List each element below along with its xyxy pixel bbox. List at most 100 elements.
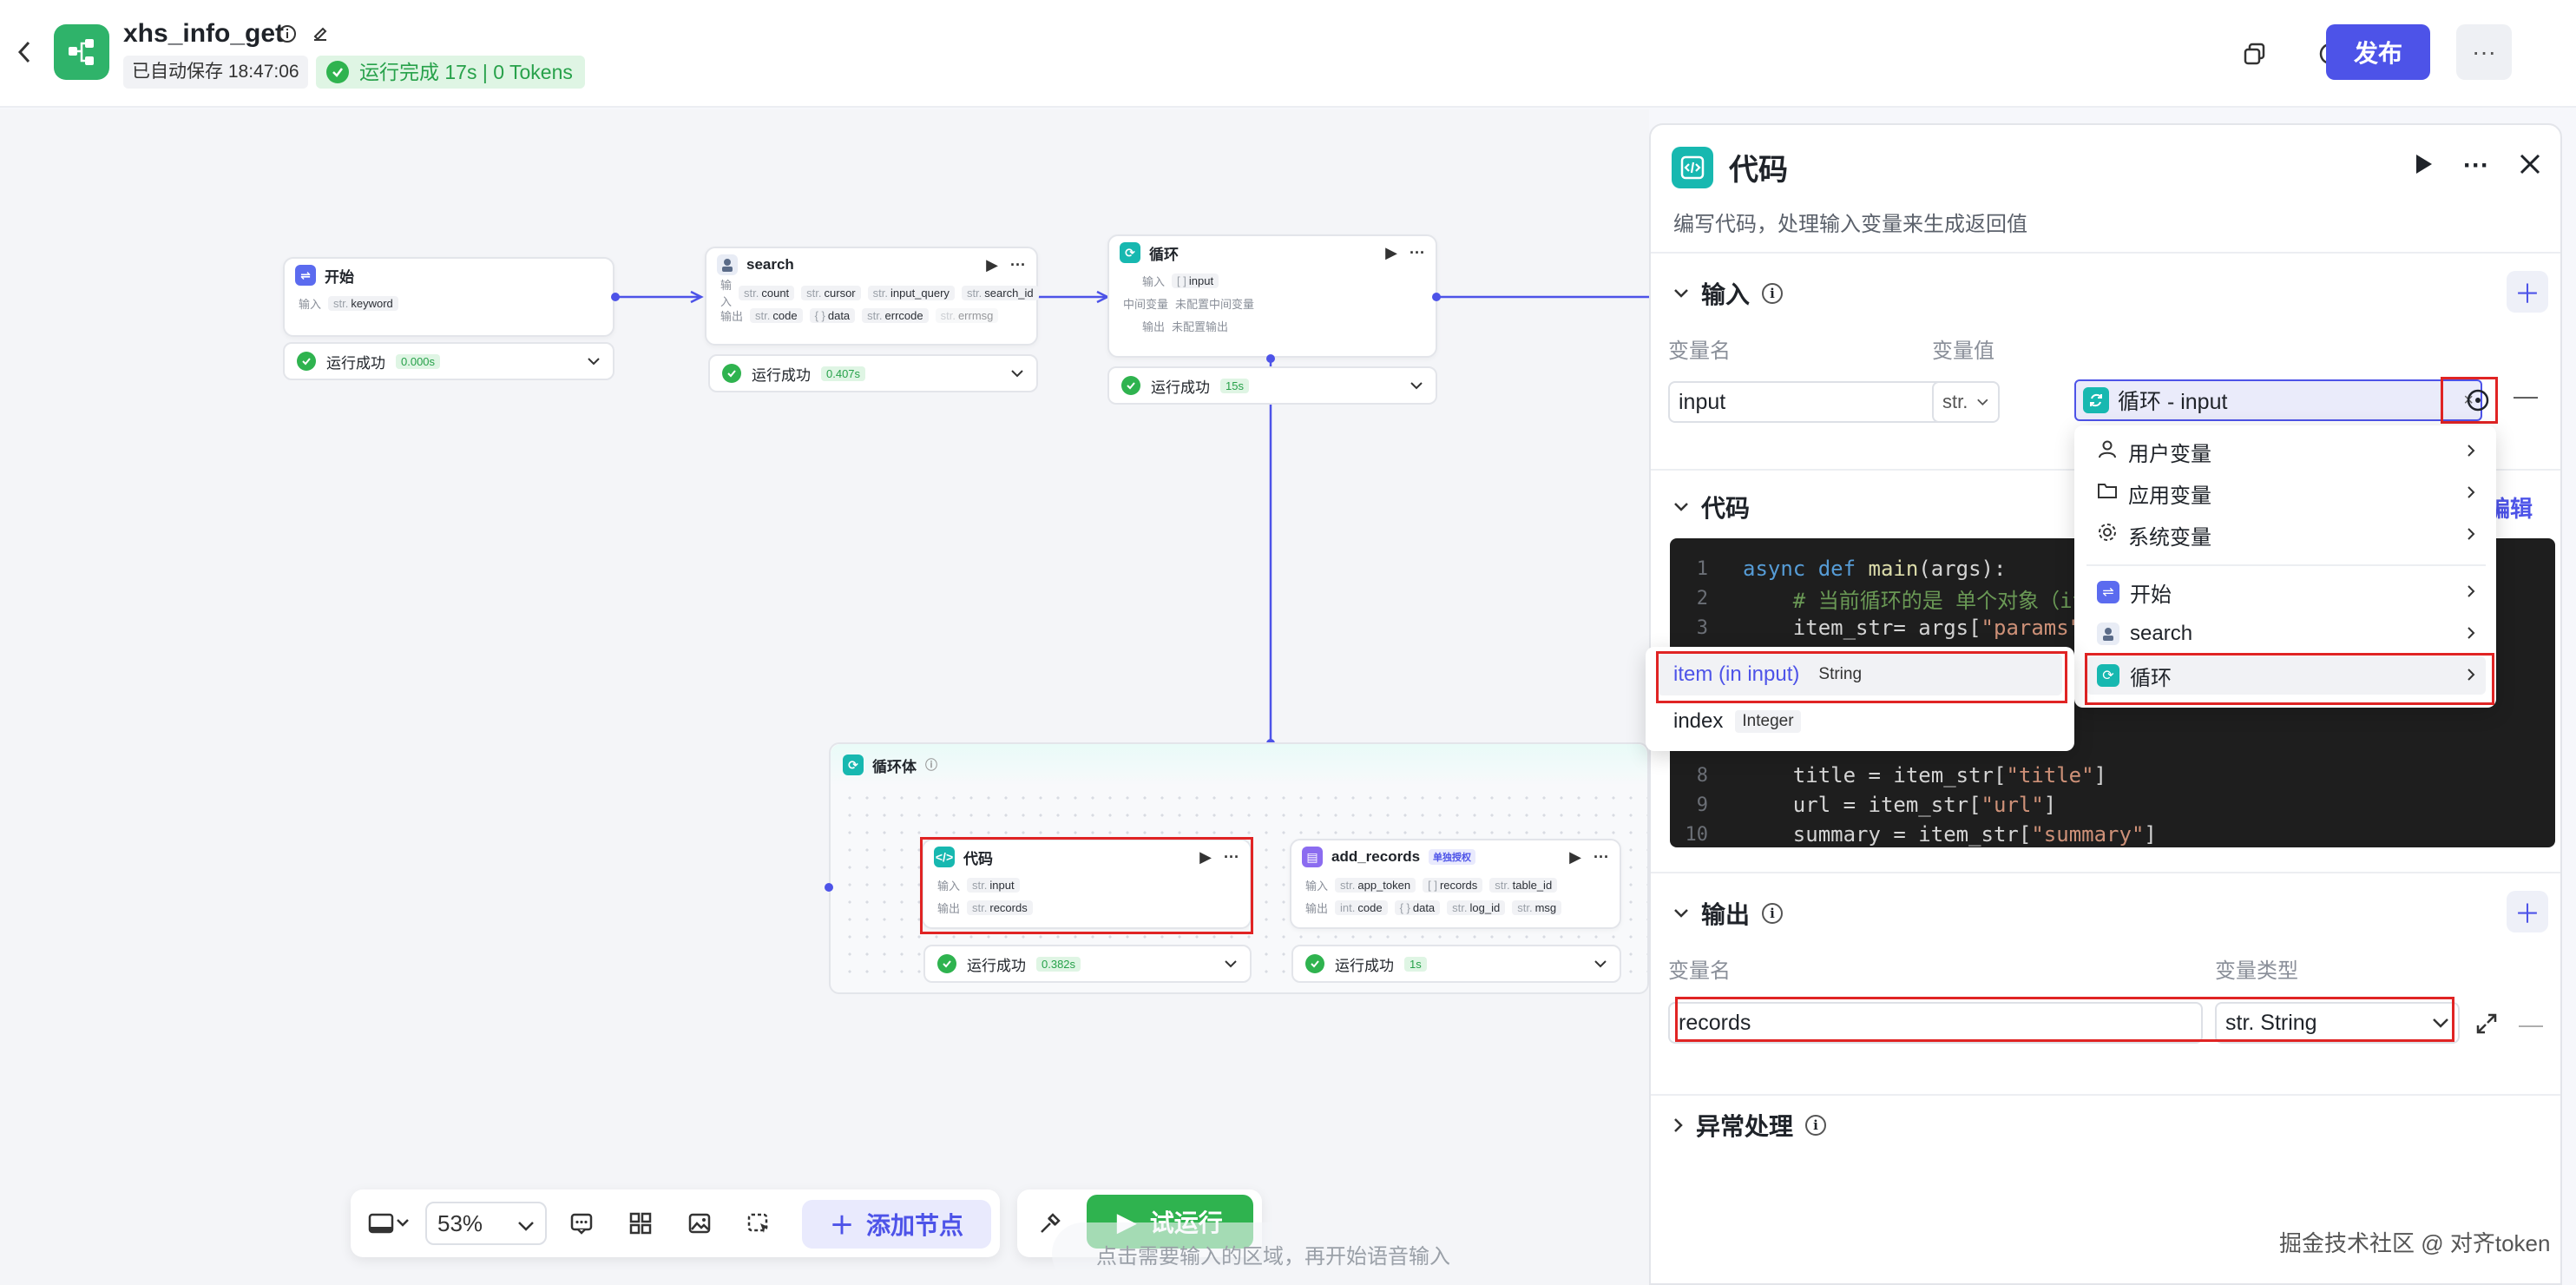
panel-more-icon[interactable]: ··· bbox=[2463, 151, 2489, 181]
node-search[interactable]: search ▶ ··· 输入 str. count str. cursor str.… bbox=[705, 247, 1039, 346]
connection-port[interactable] bbox=[1266, 354, 1275, 363]
node-add-records[interactable]: ▤ add_records 单独授权 ▶ ··· 输入 str. app_token … bbox=[1290, 839, 1621, 929]
code-token: # 当前循环的是 单个对象（it bbox=[1743, 588, 2086, 613]
code-line[interactable]: 10 summary = item_str["summary"] bbox=[1670, 820, 2157, 847]
code-token: "params" bbox=[1981, 616, 2082, 640]
input-type-select[interactable]: str. bbox=[1932, 381, 2000, 423]
chevron-down-icon[interactable] bbox=[1224, 955, 1238, 972]
variable-dropdown: 用户变量 应用变量 系统变量 ⇌ 开始 search ⟳ 循环 bbox=[2074, 425, 2496, 708]
dd-item-label: 应用变量 bbox=[2128, 484, 2211, 508]
connection-port[interactable] bbox=[1432, 293, 1441, 301]
code-line[interactable]: 3 item_str= args["params" bbox=[1670, 613, 2081, 642]
connection-port[interactable] bbox=[611, 293, 620, 301]
code-section-header[interactable]: 代码 bbox=[1673, 490, 1750, 524]
add-node-button[interactable]: ＋ 添加节点 bbox=[802, 1200, 991, 1249]
node-loop[interactable]: ⟳ 循环 ▶ ··· 输入[ ] input 中间变量 未配置中间变量 输出 未配置输出 bbox=[1107, 234, 1437, 358]
watermark: 掘金技术社区 @ 对齐token bbox=[2279, 1230, 2551, 1256]
chevron-down-icon[interactable] bbox=[1410, 377, 1423, 394]
loop-icon bbox=[2083, 387, 2109, 413]
chevron-right-icon bbox=[1674, 1118, 1683, 1132]
node-more-icon[interactable]: ··· bbox=[1410, 244, 1425, 262]
node-title: 循环 bbox=[1149, 246, 1179, 263]
node-start[interactable]: ⇌ 开始 输入 str. keyword bbox=[283, 257, 614, 337]
code-line[interactable]: 2 # 当前循环的是 单个对象（it bbox=[1670, 583, 2085, 613]
info-icon[interactable]: i bbox=[1762, 283, 1784, 304]
run-node-icon[interactable]: ▶ bbox=[1385, 244, 1397, 262]
exception-section-title: 异常处理 bbox=[1696, 1113, 1794, 1140]
code-line[interactable]: 8 title = item_str["title"] bbox=[1670, 761, 2106, 790]
node-code[interactable]: </> 代码 ▶ ··· 输入 str. input 输出 str. records bbox=[922, 839, 1252, 929]
input-section-header[interactable]: 输入 i bbox=[1673, 276, 1784, 311]
auto-layout-icon[interactable] bbox=[623, 1206, 658, 1241]
info-icon[interactable]: i bbox=[1762, 903, 1784, 924]
auth-tag[interactable]: 单独授权 bbox=[1429, 849, 1476, 865]
add-records-run-result[interactable]: 运行成功 1s bbox=[1291, 945, 1621, 983]
run-node-icon[interactable]: ▶ bbox=[986, 256, 998, 274]
output-var-name-field[interactable]: records bbox=[1668, 1002, 2203, 1044]
node-more-icon[interactable]: ··· bbox=[1010, 256, 1026, 274]
node-more-icon[interactable]: ··· bbox=[1594, 848, 1609, 867]
chevron-down-icon[interactable] bbox=[1010, 365, 1024, 382]
dd-item-user-vars[interactable]: 用户变量 bbox=[2086, 432, 2486, 471]
code-token: "summary" bbox=[2031, 822, 2145, 847]
start-run-result[interactable]: 运行成功 0.000s bbox=[283, 342, 614, 380]
dd-item-start[interactable]: ⇌ 开始 bbox=[2086, 573, 2486, 611]
loop-body-icon: ⟳ bbox=[843, 755, 864, 775]
dd-item-system-vars[interactable]: 系统变量 bbox=[2086, 516, 2486, 554]
code-run-result[interactable]: 运行成功 0.382s bbox=[923, 945, 1252, 983]
run-time: 0.382s bbox=[1036, 956, 1081, 972]
search-plugin-icon bbox=[717, 254, 738, 275]
chevron-down-icon[interactable] bbox=[587, 353, 601, 370]
input-value-ref-field[interactable]: 循环 - input × bbox=[2074, 379, 2482, 421]
run-node-icon[interactable]: ▶ bbox=[1569, 848, 1581, 867]
type-tag: Integer bbox=[1735, 710, 1801, 733]
variable-picker-icon[interactable] bbox=[2465, 387, 2491, 418]
canvas-toolbar: 53% ＋ 添加节点 bbox=[351, 1189, 1000, 1257]
add-output-button[interactable]: ＋ bbox=[2507, 891, 2548, 932]
code-line[interactable]: 9 url = item_str["url"] bbox=[1670, 790, 2057, 820]
loop-body-title: 循环体 bbox=[872, 758, 917, 775]
add-input-button[interactable]: ＋ bbox=[2507, 271, 2548, 313]
search-plugin-icon bbox=[2097, 623, 2119, 645]
node-more-icon[interactable]: ··· bbox=[1224, 848, 1239, 867]
comment-icon[interactable] bbox=[564, 1206, 599, 1241]
zoom-select[interactable]: 53% bbox=[425, 1202, 547, 1245]
sub-item-item[interactable]: item (in input) String bbox=[1658, 654, 2062, 695]
publish-button[interactable]: 发布 bbox=[2326, 24, 2430, 80]
info-icon[interactable]: i bbox=[1805, 1115, 1827, 1136]
chevron-down-icon bbox=[1674, 503, 1688, 511]
sub-item-label: item (in input) bbox=[1673, 662, 1800, 686]
loop-run-result[interactable]: 运行成功 15s bbox=[1107, 366, 1437, 405]
output-section-header[interactable]: 输出 i bbox=[1673, 896, 1784, 931]
info-icon[interactable]: ⓘ bbox=[925, 756, 937, 774]
code-token: "url" bbox=[1981, 793, 2044, 817]
minimap-toggle-icon[interactable] bbox=[363, 1206, 415, 1241]
remove-input-icon[interactable]: — bbox=[2514, 382, 2538, 410]
chevron-right-icon bbox=[2467, 663, 2475, 688]
run-node-icon[interactable]: ▶ bbox=[1199, 848, 1212, 867]
connection-port[interactable] bbox=[825, 883, 833, 892]
line-number: 10 bbox=[1685, 823, 1709, 846]
remove-output-icon[interactable]: — bbox=[2519, 1011, 2543, 1038]
code-section-title: 代码 bbox=[1701, 495, 1751, 522]
search-run-result[interactable]: 运行成功 0.407s bbox=[708, 354, 1038, 392]
close-icon[interactable] bbox=[2519, 153, 2541, 180]
output-type-select[interactable]: str. String bbox=[2215, 1002, 2460, 1044]
expand-icon[interactable] bbox=[2475, 1012, 2498, 1039]
line-number: 2 bbox=[1696, 587, 1708, 610]
dd-item-app-vars[interactable]: 应用变量 bbox=[2086, 474, 2486, 512]
dd-item-search[interactable]: search bbox=[2086, 615, 2486, 653]
select-tool-icon[interactable] bbox=[741, 1206, 776, 1241]
chevron-down-icon[interactable] bbox=[1594, 955, 1607, 972]
dd-item-loop[interactable]: ⟳ 循环 bbox=[2086, 656, 2486, 695]
code-icon bbox=[1672, 146, 1713, 188]
exception-section-header[interactable]: 异常处理 i bbox=[1673, 1108, 1827, 1143]
code-line[interactable]: 1 async def main (args): bbox=[1670, 554, 2007, 583]
run-node-icon[interactable] bbox=[2413, 153, 2434, 180]
copy-icon[interactable] bbox=[2238, 36, 2272, 71]
more-menu-button[interactable]: ··· bbox=[2456, 24, 2512, 80]
col-var-value: 变量值 bbox=[1932, 339, 1994, 363]
sub-item-index[interactable]: index Integer bbox=[1658, 701, 2062, 742]
image-icon[interactable] bbox=[682, 1206, 717, 1241]
code-token: ] bbox=[2093, 763, 2107, 787]
